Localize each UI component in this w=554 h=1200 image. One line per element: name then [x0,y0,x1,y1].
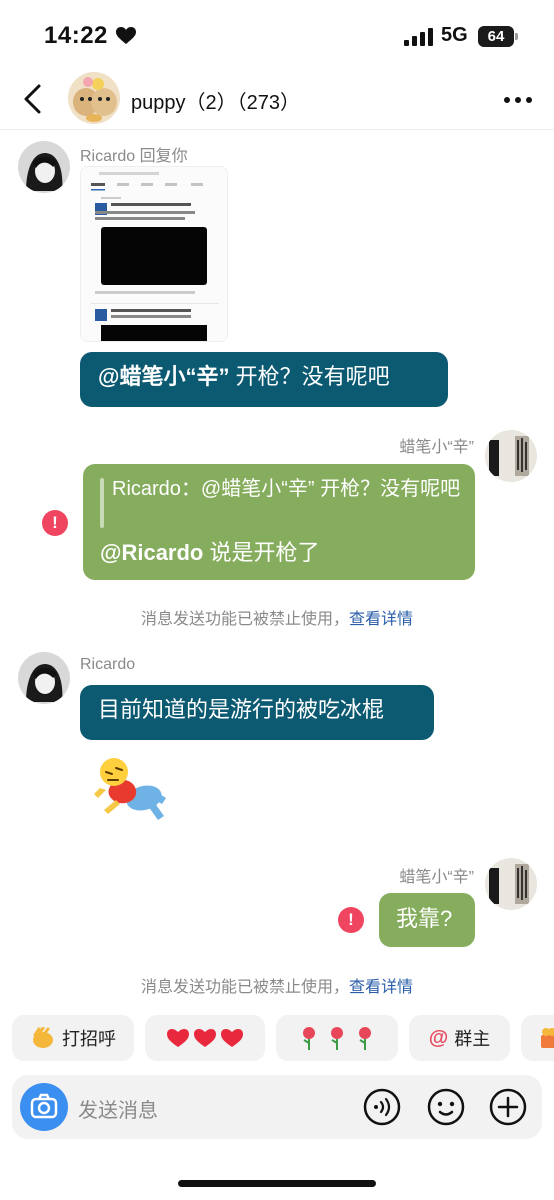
sender-name: Ricardo [80,656,136,673]
avatar-self[interactable] [485,430,537,482]
system-notice: 消息发送功能已被禁止使用，查看详情 [140,979,414,996]
quick-reply-label: 群主 [454,1029,491,1049]
message-bubble[interactable]: 我靠? [379,893,475,947]
gift-icon [541,1028,554,1048]
roses-icon [303,1027,371,1050]
battery-indicator: 64 [478,26,518,47]
message-input[interactable]: 发送消息 [78,1094,158,1123]
mention[interactable]: @Ricardo [100,540,203,565]
error-icon[interactable]: ! [42,510,68,536]
battery-level: 64 [478,26,514,47]
quick-reply-greet[interactable]: 打招呼 [12,1015,134,1061]
network-type: 5G [441,24,468,46]
message-text: 目前知道的是游行的被吃冰棍 [98,697,385,722]
more-icon[interactable] [503,96,533,104]
chat-header: puppy（2）（273） [0,70,554,130]
quoted-message: Ricardo：@蜡笔小“辛” 开枪？没有呢吧 [112,478,461,500]
view-details-link[interactable]: 查看详情 [349,979,413,996]
status-time: 14:22 [44,22,108,49]
home-indicator [178,1180,376,1187]
avatar-ricardo[interactable] [18,141,70,193]
lying-figure-sticker[interactable] [92,754,170,824]
message-input-bar: 发送消息 [12,1075,542,1139]
back-icon[interactable] [18,82,48,116]
quick-reply-roses[interactable] [276,1015,398,1061]
sender-name: Ricardo 回复你 [80,148,188,165]
message-text: 开枪？没有呢吧 [229,364,390,389]
quick-reply-mention-owner[interactable]: @ 群主 [409,1015,510,1061]
sender-name: 蜡笔小“辛” [399,439,474,456]
voice-icon[interactable] [362,1087,402,1127]
mention[interactable]: @蜡笔小“辛” [98,364,229,389]
message-bubble[interactable]: @蜡笔小“辛” 开枪？没有呢吧 [80,352,448,407]
message-bubble[interactable]: 目前知道的是游行的被吃冰棍 [80,685,434,740]
group-avatar[interactable] [68,72,120,124]
wave-hand-icon [33,1027,53,1048]
message-text: 我靠? [396,906,453,931]
camera-icon [30,1093,58,1119]
status-bar: 14:22 5G 64 [0,0,554,70]
sender-name: 蜡笔小“辛” [399,869,474,886]
hearts-icon [167,1029,243,1047]
message-text: 说是开枪了 [203,540,320,565]
avatar-self[interactable] [485,858,537,910]
quick-reply-more[interactable] [521,1015,554,1061]
at-icon: @ [428,1026,449,1049]
view-details-link[interactable]: 查看详情 [349,611,413,628]
quick-reply-hearts[interactable] [145,1015,265,1061]
error-icon[interactable]: ! [338,907,364,933]
system-notice: 消息发送功能已被禁止使用，查看详情 [140,611,414,628]
screenshot-image[interactable] [80,166,228,342]
signal-icon [404,28,433,46]
chat-title: puppy（2）（273） [131,92,300,114]
avatar-ricardo[interactable] [18,652,70,704]
message-bubble[interactable]: Ricardo：@蜡笔小“辛” 开枪？没有呢吧 @Ricardo 说是开枪了 [83,464,475,580]
heart-icon [116,27,136,44]
camera-button[interactable] [20,1083,68,1131]
quick-reply-label: 打招呼 [62,1029,116,1049]
emoji-icon[interactable] [426,1087,466,1127]
plus-icon[interactable] [488,1087,528,1127]
